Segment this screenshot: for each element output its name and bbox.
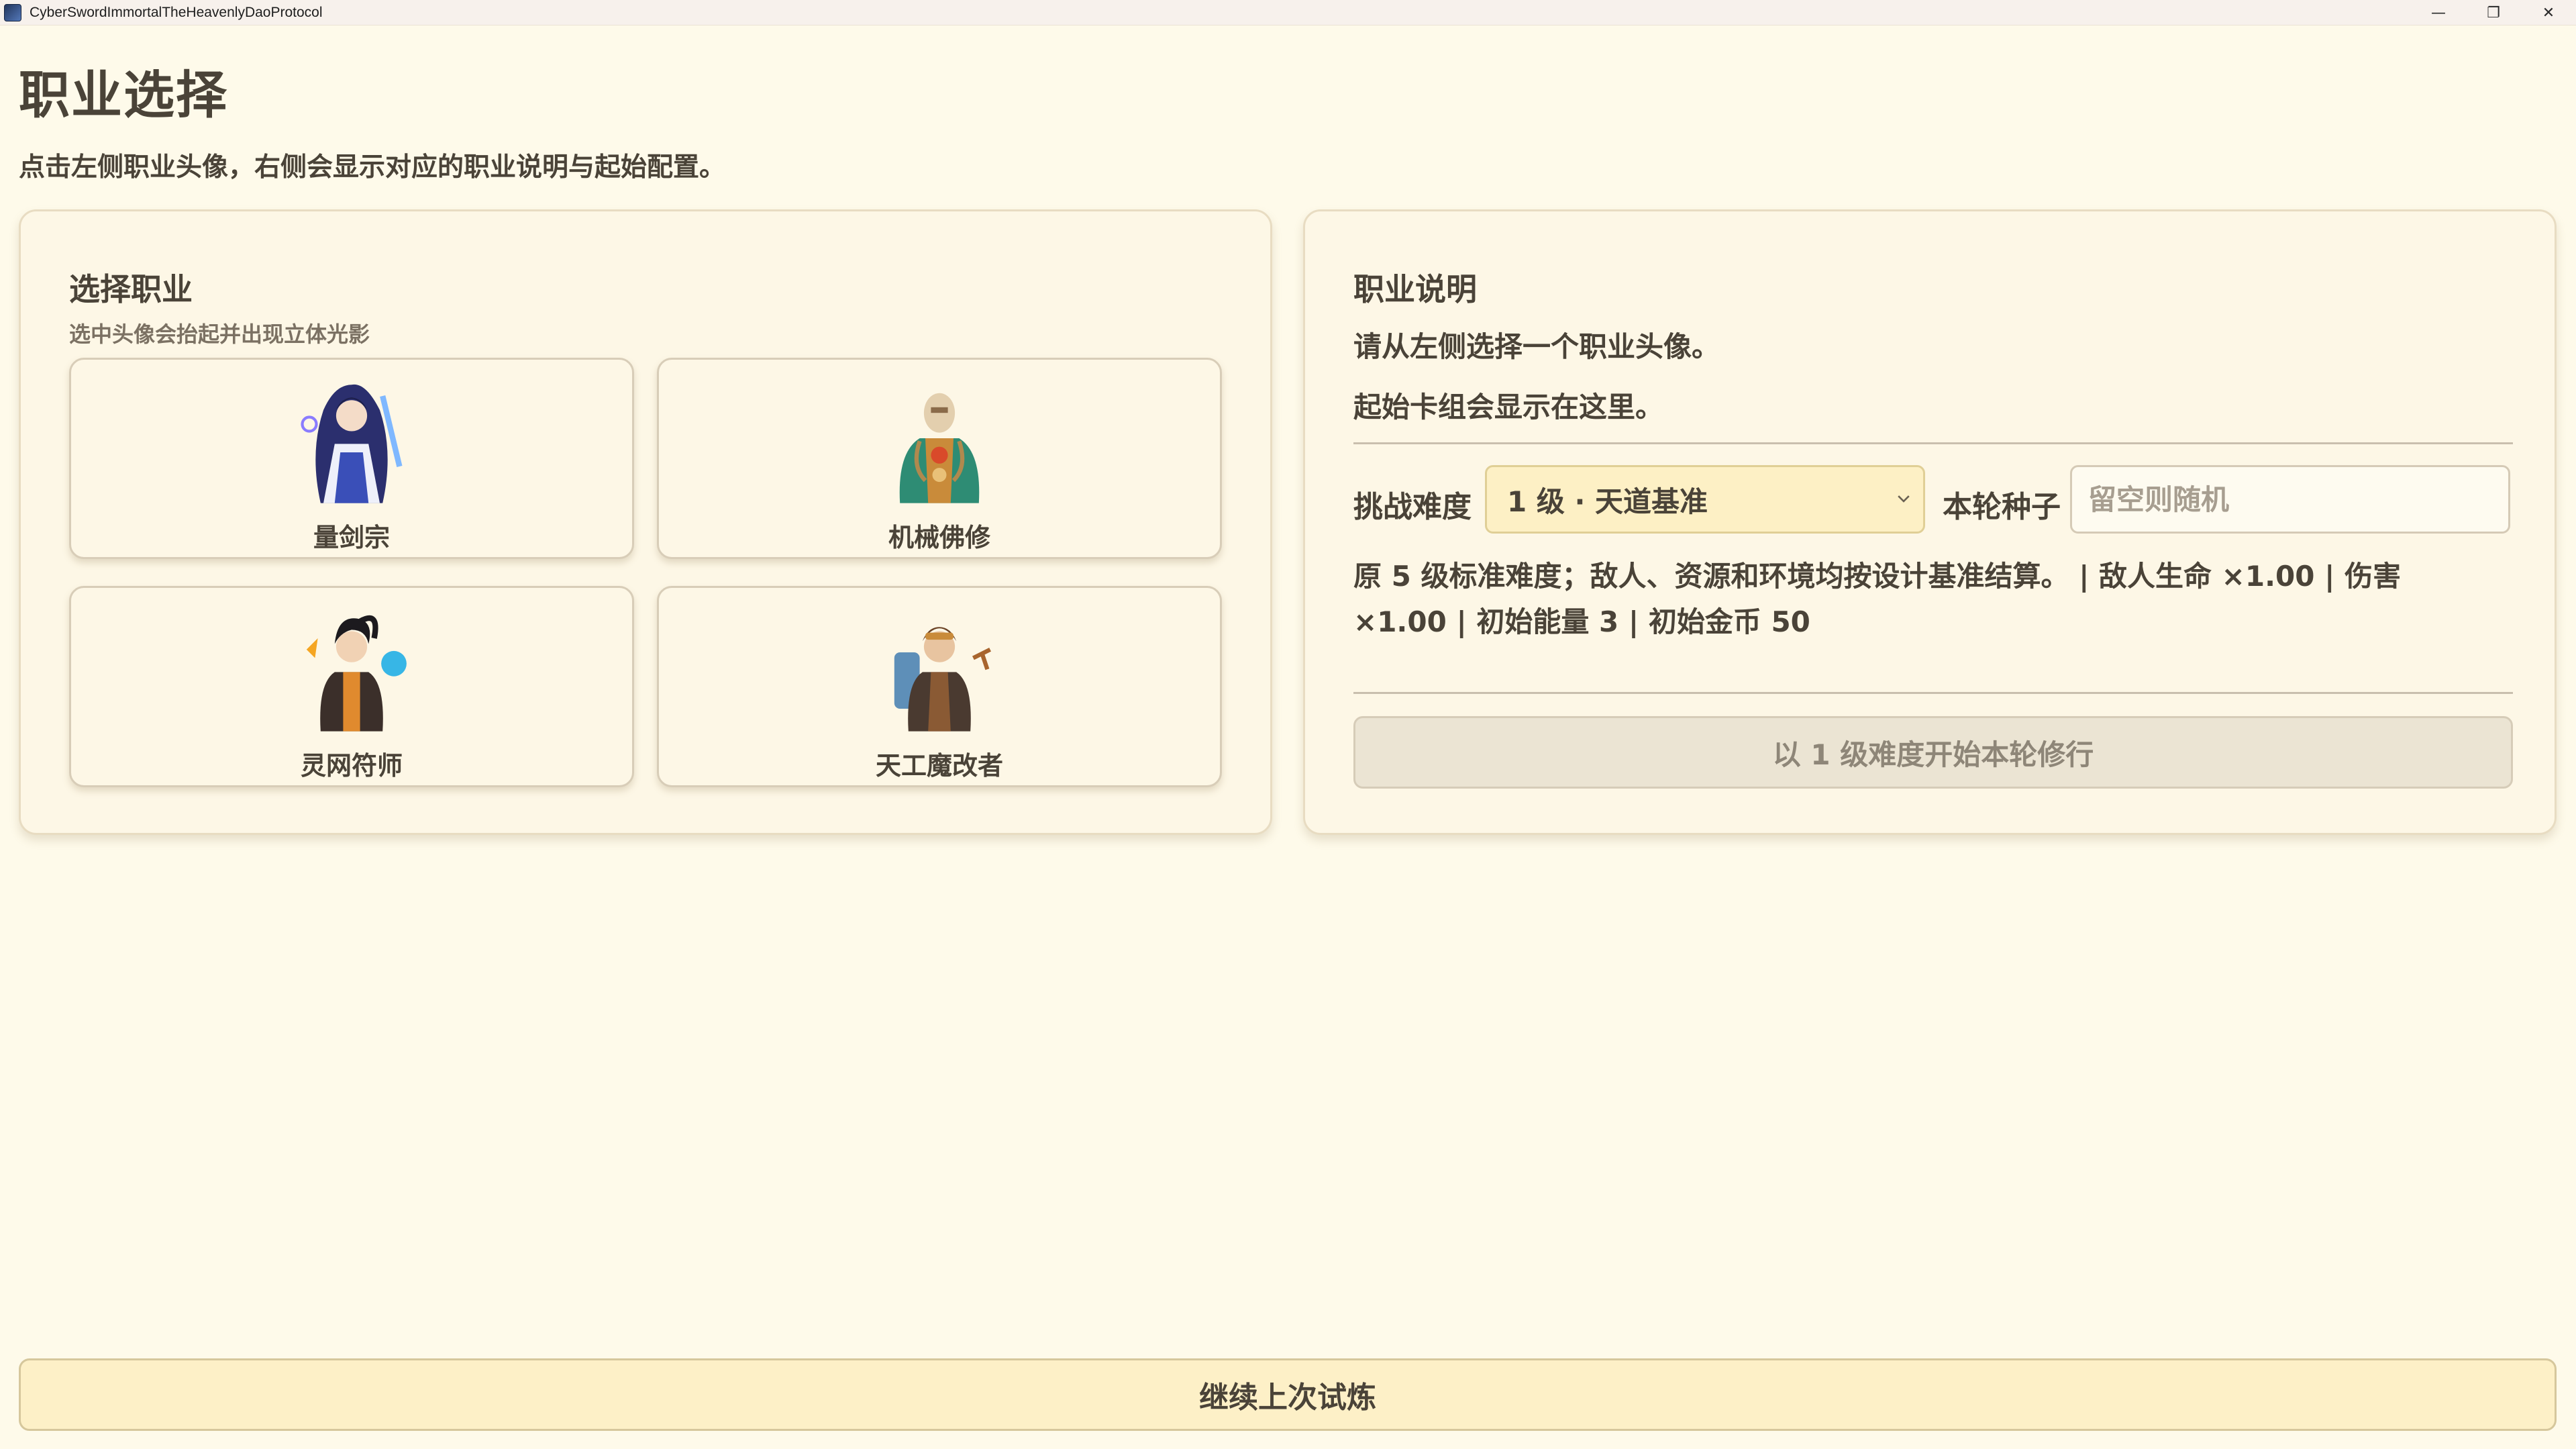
window-titlebar: CyberSwordImmortalTheHeavenlyDaoProtocol… <box>0 0 2576 26</box>
deck-prompt: 起始卡组会显示在这里。 <box>1353 391 1664 423</box>
difficulty-label: 挑战难度 <box>1353 490 1472 524</box>
class-name-label: 量剑宗 <box>313 523 390 552</box>
class-card-artificer[interactable]: 天工魔改者 <box>657 586 1222 787</box>
artificer-modder-avatar <box>894 627 992 732</box>
window-title: CyberSwordImmortalTheHeavenlyDaoProtocol <box>30 4 323 20</box>
start-run-button[interactable]: 以 1 级难度开始本轮修行 <box>1353 716 2513 789</box>
class-name-label: 机械佛修 <box>888 523 990 552</box>
class-name-label: 天工魔改者 <box>875 751 1003 781</box>
difficulty-select[interactable]: 1 级 · 天道基准 <box>1485 465 1925 534</box>
class-description-panel: 职业说明 请从左侧选择一个职业头像。 起始卡组会显示在这里。 挑战难度 1 级 … <box>1303 209 2557 835</box>
app-icon <box>4 3 21 21</box>
chevron-down-icon <box>1898 495 1910 503</box>
class-card-mech-monk[interactable]: 机械佛修 <box>657 358 1222 559</box>
class-select-heading: 选择职业 <box>69 271 193 307</box>
continue-last-trial-button[interactable]: 继续上次试炼 <box>19 1358 2557 1431</box>
divider <box>1353 692 2513 694</box>
restore-button[interactable]: ❐ <box>2466 0 2521 26</box>
close-button[interactable]: ✕ <box>2521 0 2576 26</box>
description-prompt: 请从左侧选择一个职业头像。 <box>1353 330 1720 363</box>
class-description-heading: 职业说明 <box>1353 271 1477 307</box>
mech-monk-avatar <box>899 393 980 503</box>
page-subtitle: 点击左侧职业头像，右侧会显示对应的职业说明与起始配置。 <box>19 152 726 183</box>
window-controls: — ❐ ✕ <box>2411 0 2576 26</box>
class-select-panel: 选择职业 选中头像会抬起并出现立体光影 量剑宗 机械佛修 灵网符师 天工魔改者 <box>19 209 1272 835</box>
page-title: 职业选择 <box>19 65 228 125</box>
minimize-button[interactable]: — <box>2411 0 2466 26</box>
class-select-hint: 选中头像会抬起并出现立体光影 <box>69 321 370 347</box>
divider <box>1353 442 2513 444</box>
talisman-master-avatar <box>306 615 407 732</box>
seed-label: 本轮种子 <box>1943 490 2061 524</box>
sword-cultivator-avatar <box>301 384 403 503</box>
difficulty-info-text: 原 5 级标准难度；敌人、资源和环境均按设计基准结算。 | 敌人生命 ×1.00… <box>1353 560 2402 638</box>
class-card-sword-sect[interactable]: 量剑宗 <box>69 358 634 559</box>
seed-input[interactable] <box>2070 465 2510 534</box>
class-card-talisman-master[interactable]: 灵网符师 <box>69 586 634 787</box>
difficulty-selected-value: 1 级 · 天道基准 <box>1507 485 1708 518</box>
class-name-label: 灵网符师 <box>300 751 403 781</box>
